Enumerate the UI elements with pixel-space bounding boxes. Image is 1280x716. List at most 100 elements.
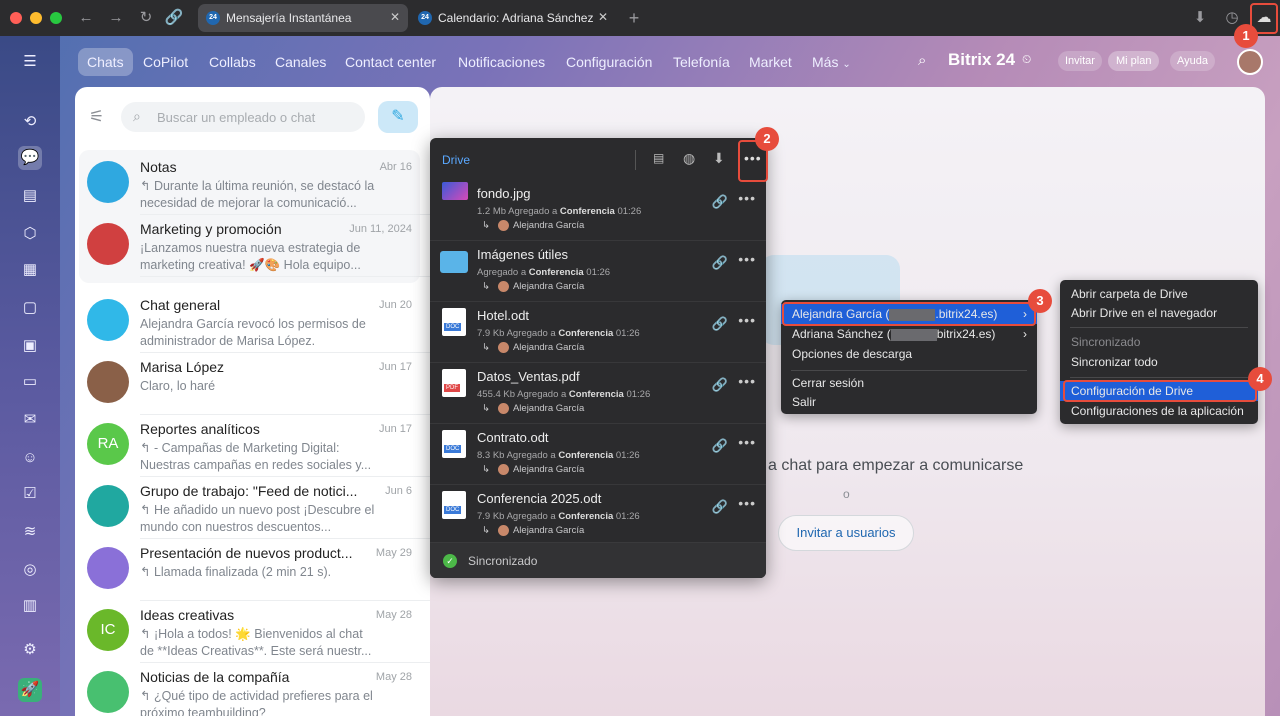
menu-separator [1070,377,1248,378]
chat-list-item[interactable]: Marketing y promoción Jun 11, 2024 ¡Lanzam… [75,215,430,277]
close-tab-icon[interactable]: ✕ [390,10,400,24]
chat-list-item[interactable]: Presentación de nuevos product... May 29 ↰… [75,539,430,601]
file-icon[interactable]: ▢ [18,296,42,320]
exit-item[interactable]: Salir [781,392,816,412]
app-settings-item[interactable]: Configuraciones de la aplicación [1060,401,1244,421]
download-options-item[interactable]: Opciones de descarga [781,344,912,364]
reply-icon: ↳ [482,342,490,353]
tab-label: Calendario: Adriana Sánchez [438,11,594,25]
new-tab-button[interactable]: + [624,8,644,28]
chat-icon[interactable]: 💬 [18,146,42,170]
step-callout: 2 [755,127,779,151]
step-callout: 3 [1028,289,1052,313]
link-icon[interactable]: 🔗 [712,316,728,332]
calendar-icon[interactable]: ▦ [18,258,42,282]
forward-icon[interactable]: → [106,8,126,28]
nav-copilot[interactable]: CoPilot [134,48,197,76]
close-window-button[interactable] [10,12,22,24]
minimize-window-button[interactable] [30,12,42,24]
link-icon[interactable]: 🔗 [164,8,184,28]
nav-canales[interactable]: Canales [266,48,335,76]
more-icon[interactable]: ••• [738,190,756,206]
nav-contact-center[interactable]: Contact center [336,48,445,76]
back-icon[interactable]: ← [76,8,96,28]
chat-name: Reportes analíticos [140,421,260,437]
nav-market[interactable]: Market [740,48,801,76]
more-icon[interactable]: ••• [738,373,756,389]
chat-list-item[interactable]: Marisa López Jun 17 Claro, lo haré [75,353,430,415]
search-input[interactable]: Buscar un empleado o chat [157,110,315,125]
more-icon[interactable]: ••• [738,312,756,328]
link-icon[interactable]: 🔗 [712,499,728,515]
nav-chats[interactable]: Chats [78,48,133,76]
nav-notificaciones[interactable]: Notificaciones [449,48,554,76]
logout-item[interactable]: Cerrar sesión [781,373,864,393]
filter-settings-icon[interactable]: ⚟ [89,107,104,127]
sync-all-item[interactable]: Sincronizar todo [1060,352,1158,372]
nav-collabs[interactable]: Collabs [200,48,265,76]
more-icon[interactable]: ••• [738,251,756,267]
analytics-icon[interactable]: ▥ [18,594,42,618]
document-icon[interactable]: ▤ [18,184,42,208]
chat-name: Chat general [140,297,221,313]
chat-list-item[interactable]: RA Reportes analíticos Jun 17 ↰ - Campañas … [75,415,430,477]
link-icon[interactable]: 🔗 [712,438,728,454]
chat-list-item[interactable]: Noticias de la compañía May 28 ↰ ¿Qué tipo… [75,663,430,716]
download-icon[interactable]: ⬇ [1190,8,1210,28]
account-item-adriana[interactable]: Adriana Sánchez (bitrix24.es) › [781,324,1037,344]
feed-icon[interactable]: ⟲ [18,110,42,134]
tasks-icon[interactable]: ☑ [18,482,42,506]
chat-list-item[interactable]: Grupo de trabajo: "Feed de notici... Jun … [75,477,430,539]
open-drive-browser-item[interactable]: Abrir Drive en el navegador [1060,303,1217,323]
chat-list-item[interactable]: IC Ideas creativas May 28 ↰ ¡Hola a todos! … [75,601,430,663]
drive-file-item[interactable]: DOC Hotel.odt 7.9 Kb Agregado a Conferenci… [430,302,766,363]
search-box[interactable]: ⌕ Buscar un empleado o chat [121,102,365,132]
tab-mensajeria[interactable]: 24 Mensajería Instantánea ✕ [198,4,408,32]
mail-icon[interactable]: ✉ [18,408,42,432]
menu-icon[interactable]: ☰ [18,50,42,74]
folder-24-icon[interactable]: ▤ [653,151,664,165]
reload-icon[interactable]: ↻ [136,8,156,28]
drive-file-item[interactable]: PDF Datos_Ventas.pdf 455.4 Kb Agregado a C… [430,363,766,424]
card-icon[interactable]: ▭ [18,370,42,394]
copilot-icon[interactable]: ⬡ [18,222,42,246]
rocket-icon[interactable]: 🚀 [18,678,42,702]
open-drive-folder-item[interactable]: Abrir carpeta de Drive [1060,284,1188,304]
filter-icon[interactable]: ≋ [18,520,42,544]
plan-button[interactable]: Mi plan [1108,51,1160,71]
board-icon[interactable]: ▣ [18,334,42,358]
more-icon[interactable]: ••• [738,434,756,450]
chat-date: Jun 17 [378,361,412,373]
clock-settings-icon[interactable]: ⏲ [1022,52,1031,67]
tab-calendario[interactable]: 24 Calendario: Adriana Sánchez ✕ [410,4,616,32]
chat-list-item[interactable]: Notas Abr 16 ↰ Durante la última reunión, … [75,153,430,215]
link-icon[interactable]: 🔗 [712,255,728,271]
nav-configuracion[interactable]: Configuración [557,48,661,76]
link-icon[interactable]: 🔗 [712,377,728,393]
sync-status-label: Sincronizado [468,554,538,568]
link-icon[interactable]: 🔗 [712,194,728,210]
search-icon[interactable]: ⌕ [918,52,926,69]
invite-button[interactable]: Invitar [1058,51,1102,71]
maximize-window-button[interactable] [50,12,62,24]
drive-file-item[interactable]: fondo.jpg 1.2 Mb Agregado a Conferencia 0… [430,180,766,241]
invite-users-button[interactable]: Invitar a usuarios [778,515,914,551]
drive-file-item[interactable]: Imágenes útiles Agregado a Conferencia 01… [430,241,766,302]
new-chat-button[interactable]: ✎ [378,101,418,133]
chat-list-item[interactable]: Chat general Jun 20 Alejandra García revoc… [75,291,430,353]
drive-file-item[interactable]: DOC Contrato.odt 8.3 Kb Agregado a Confere… [430,424,766,485]
download-icon[interactable]: ⬇ [713,150,725,167]
settings-icon[interactable]: ⚙ [18,638,42,662]
globe-icon[interactable]: ◍ [683,150,695,167]
help-button[interactable]: Ayuda [1170,51,1215,71]
nav-mas[interactable]: Más ⌄ [803,48,860,76]
nav-telefonia[interactable]: Telefonía [664,48,739,76]
close-tab-icon[interactable]: ✕ [598,10,608,24]
chat-date: Abr 16 [379,161,412,173]
contacts-icon[interactable]: ☺ [18,446,42,470]
user-avatar[interactable] [1237,49,1263,75]
more-icon[interactable]: ••• [738,495,756,511]
check-icon: ✓ [443,554,457,568]
drive-file-item[interactable]: DOC Conferencia 2025.odt 7.9 Kb Agregado a… [430,485,766,546]
robot-icon[interactable]: ◎ [18,558,42,582]
